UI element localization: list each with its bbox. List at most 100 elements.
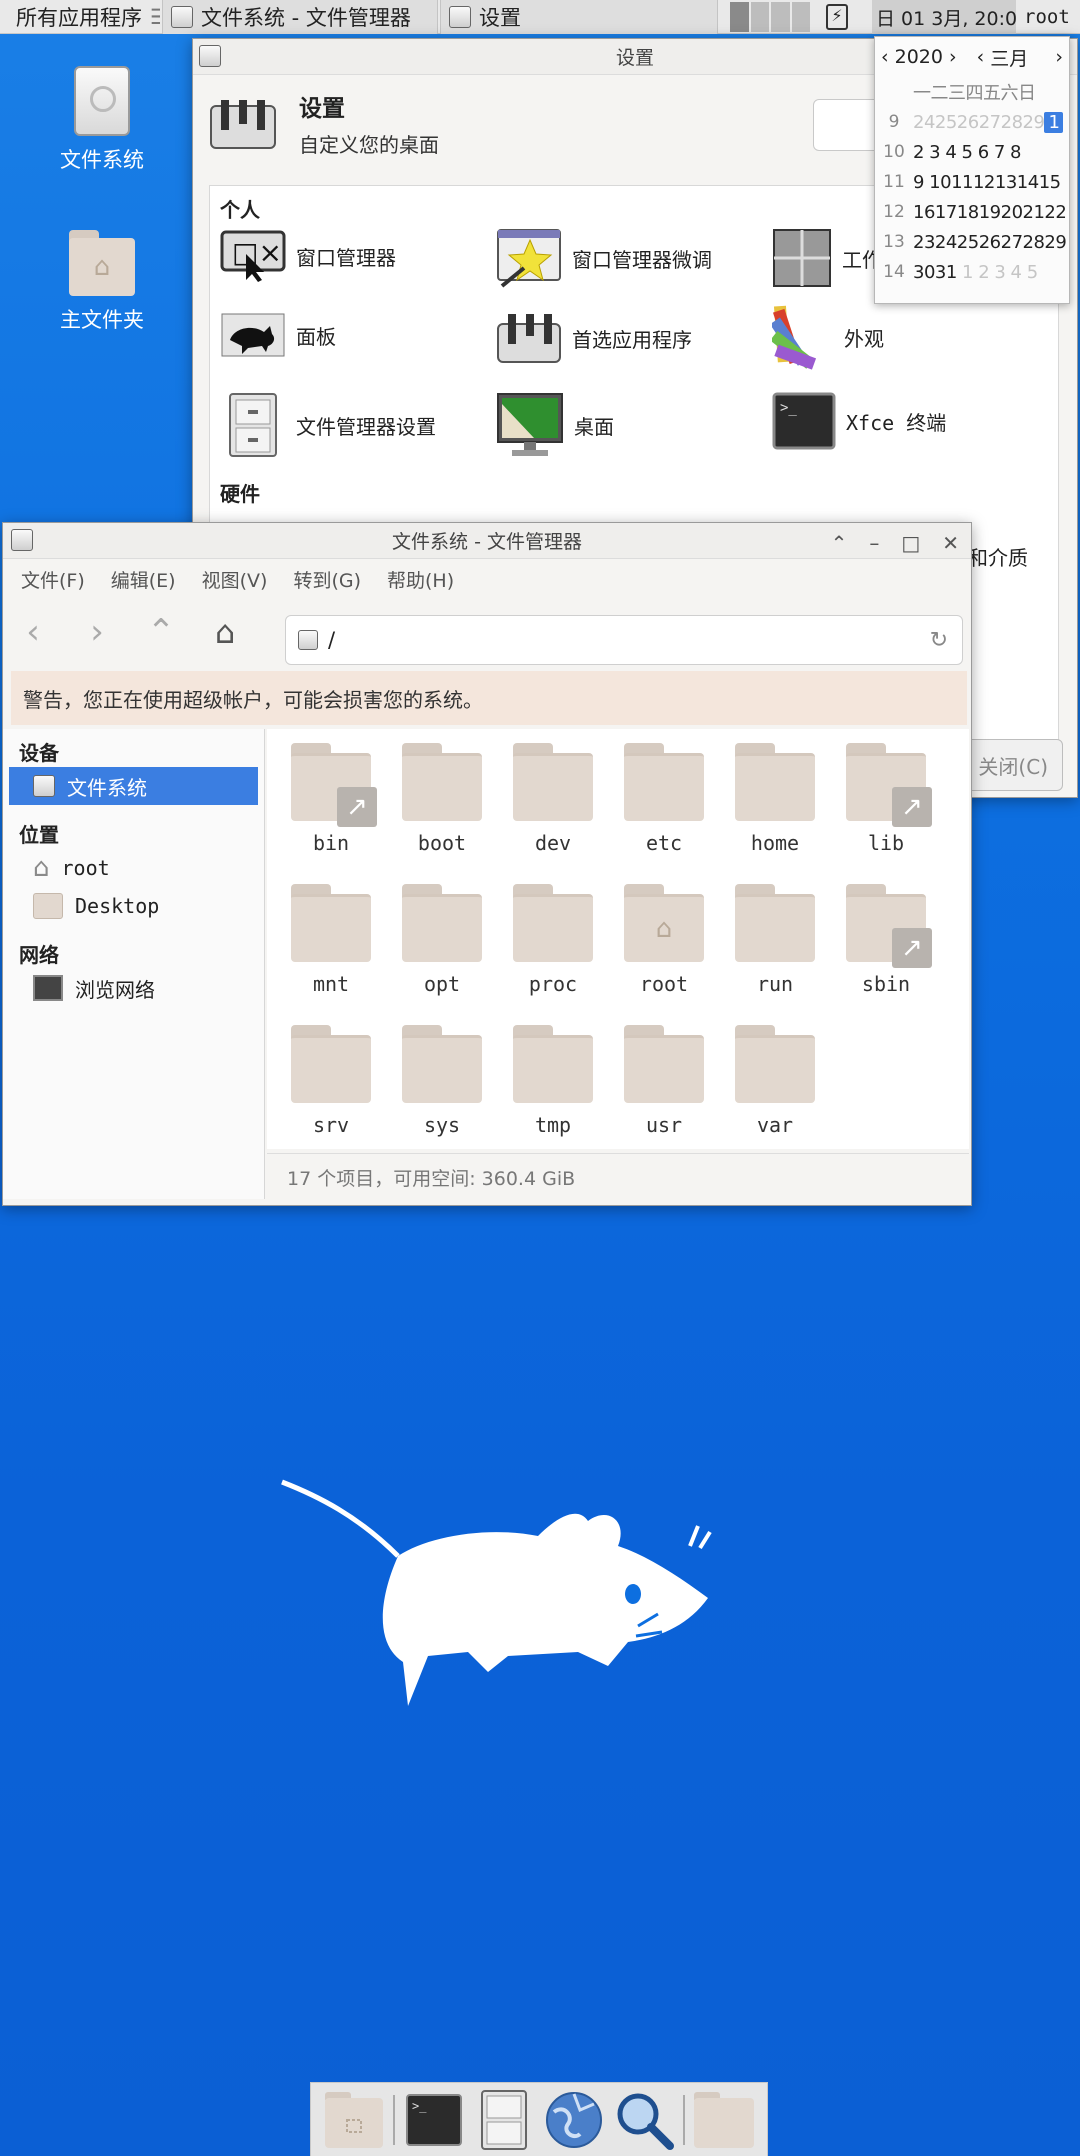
file-item-etc[interactable]: etc — [614, 743, 714, 855]
file-item-sbin[interactable]: ↗ sbin — [836, 884, 936, 996]
file-manager-titlebar[interactable]: 文件系统 - 文件管理器 ⌃ – □ ✕ — [3, 523, 971, 559]
root-warning-banner: 警告，您正在使用超级帐户，可能会损害您的系统。 — [11, 671, 967, 725]
workspace-3[interactable] — [771, 2, 790, 32]
settings-item-removable-media-label[interactable]: 和介质 — [968, 542, 1028, 571]
web-browser-icon — [546, 2091, 602, 2148]
taskbar-settings[interactable]: 设置 — [440, 0, 718, 34]
symlink-arrow-icon: ↗ — [892, 787, 932, 827]
dock-terminal[interactable]: >_ — [403, 2089, 465, 2151]
svg-text:>_: >_ — [412, 2099, 427, 2113]
home-folder-icon: ⌂ — [69, 230, 135, 296]
dock-file-manager[interactable] — [473, 2089, 535, 2151]
file-item-boot[interactable]: boot — [392, 743, 492, 855]
file-item-label: opt — [423, 972, 461, 996]
settings-item-file-manager[interactable]: 文件管理器设置 — [220, 392, 436, 458]
minimize-button[interactable]: – — [869, 531, 879, 555]
user-menu[interactable]: root — [1020, 0, 1080, 34]
folder-icon — [402, 884, 482, 962]
settings-item-window-manager-tweaks[interactable]: 窗口管理器微调 — [496, 228, 712, 288]
show-desktop-icon — [325, 2091, 383, 2148]
settings-manager-icon — [210, 99, 276, 149]
sidebar-item-desktop[interactable]: Desktop — [3, 887, 264, 925]
calendar-month-days: 16171819202122 — [913, 201, 1067, 223]
forward-arrow-icon[interactable]: › — [77, 612, 117, 652]
settings-item-terminal[interactable]: >_ Xfce 终端 — [772, 392, 946, 450]
file-item-opt[interactable]: opt — [392, 884, 492, 996]
file-item-run[interactable]: run — [725, 884, 825, 996]
menu-edit[interactable]: 编辑(E) — [111, 566, 176, 593]
file-item-label: mnt — [312, 972, 350, 996]
settings-item-window-manager[interactable]: □× 窗口管理器 — [220, 228, 396, 284]
dock-web-browser[interactable] — [543, 2089, 605, 2151]
settings-icon — [449, 6, 471, 28]
calendar-month-days: 3031 — [913, 261, 957, 283]
file-item-dev[interactable]: dev — [503, 743, 603, 855]
sidebar-item-browse-network[interactable]: 浏览网络 — [3, 969, 264, 1007]
location-bar[interactable]: / ↻ — [285, 615, 963, 665]
settings-item-appearance[interactable]: 外观 — [772, 304, 884, 370]
file-item-label: dev — [534, 831, 572, 855]
menu-view[interactable]: 视图(V) — [202, 566, 268, 593]
desktop-icon-filesystem[interactable]: 文件系统 — [42, 66, 162, 174]
file-item-srv[interactable]: srv — [281, 1025, 381, 1137]
workspace-4[interactable] — [791, 2, 810, 32]
file-item-var[interactable]: var — [725, 1025, 825, 1137]
dock-app-finder[interactable] — [613, 2089, 675, 2151]
file-item-bin[interactable]: ↗ bin — [281, 743, 381, 855]
clock[interactable]: 日 01 3月, 20:03 — [872, 0, 1016, 34]
taskbar-file-manager[interactable]: 文件系统 - 文件管理器 — [162, 0, 438, 34]
workspace-1[interactable] — [730, 2, 749, 32]
file-item-mnt[interactable]: mnt — [281, 884, 381, 996]
calendar-selected-day[interactable]: 1 — [1044, 111, 1064, 133]
file-item-usr[interactable]: usr — [614, 1025, 714, 1137]
menu-go[interactable]: 转到(G) — [293, 566, 361, 593]
sidebar-item-filesystem[interactable]: 文件系统 — [9, 767, 258, 805]
calendar-week-number: 10 — [883, 142, 905, 162]
battery-icon[interactable]: ⚡ — [826, 4, 848, 30]
dock-show-desktop[interactable] — [323, 2089, 385, 2151]
next-month-button[interactable]: › — [1055, 46, 1063, 68]
calendar-days[interactable]: 23242526272829 — [913, 232, 1069, 253]
workspace-switcher[interactable] — [730, 2, 810, 32]
calendar-year: 2020 — [894, 46, 943, 68]
calendar-week-row: 12 16171819202122 — [875, 197, 1069, 227]
settings-item-desktop[interactable]: 桌面 — [496, 392, 614, 458]
maximize-button[interactable]: □ — [901, 531, 920, 555]
file-item-lib[interactable]: ↗ lib — [836, 743, 936, 855]
up-arrow-icon[interactable]: ⌃ — [141, 612, 181, 652]
calendar-days[interactable]: 242526272829 1 — [913, 111, 1069, 133]
calendar-days[interactable]: 2 3 4 5 6 7 8 — [913, 142, 1069, 163]
sidebar: 设备 文件系统 位置 ⌂ root Desktop 网络 浏览网络 — [3, 729, 265, 1199]
dock-separator — [683, 2094, 685, 2145]
next-year-button[interactable]: › — [949, 46, 957, 68]
network-icon — [33, 975, 63, 1001]
file-item-root[interactable]: ⌂ root — [614, 884, 714, 996]
desktop-icon-home[interactable]: ⌂ 主文件夹 — [42, 230, 162, 334]
settings-item-panel[interactable]: 面板 — [220, 310, 336, 360]
shade-button[interactable]: ⌃ — [831, 531, 848, 555]
calendar-days[interactable]: 16171819202122 — [913, 202, 1069, 223]
close-button[interactable]: ✕ — [942, 531, 959, 555]
reload-icon[interactable]: ↻ — [930, 628, 948, 653]
applications-menu-button[interactable]: 所有应用程序 ☰ — [0, 0, 160, 34]
calendar-week-row: 10 2 3 4 5 6 7 8 — [875, 137, 1069, 167]
settings-close-button[interactable]: 关闭(C) — [963, 739, 1063, 791]
prev-year-button[interactable]: ‹ — [881, 46, 889, 68]
back-arrow-icon[interactable]: ‹ — [13, 612, 53, 652]
menu-help[interactable]: 帮助(H) — [387, 566, 454, 593]
calendar-days[interactable]: 9 101112131415 — [913, 172, 1069, 193]
home-icon[interactable]: ⌂ — [205, 612, 245, 652]
file-item-tmp[interactable]: tmp — [503, 1025, 603, 1137]
dock-folder[interactable] — [693, 2089, 755, 2151]
menu-file[interactable]: 文件(F) — [21, 566, 85, 593]
calendar-days[interactable]: 3031 1 2 3 4 5 — [913, 262, 1069, 283]
file-item-sys[interactable]: sys — [392, 1025, 492, 1137]
file-item-label: lib — [867, 831, 905, 855]
sidebar-item-root[interactable]: ⌂ root — [3, 849, 264, 887]
hard-drive-icon — [74, 66, 130, 136]
file-item-home[interactable]: home — [725, 743, 825, 855]
prev-month-button[interactable]: ‹ — [977, 46, 985, 68]
settings-item-preferred-apps[interactable]: 首选应用程序 — [496, 310, 692, 366]
workspace-2[interactable] — [750, 2, 769, 32]
file-item-proc[interactable]: proc — [503, 884, 603, 996]
